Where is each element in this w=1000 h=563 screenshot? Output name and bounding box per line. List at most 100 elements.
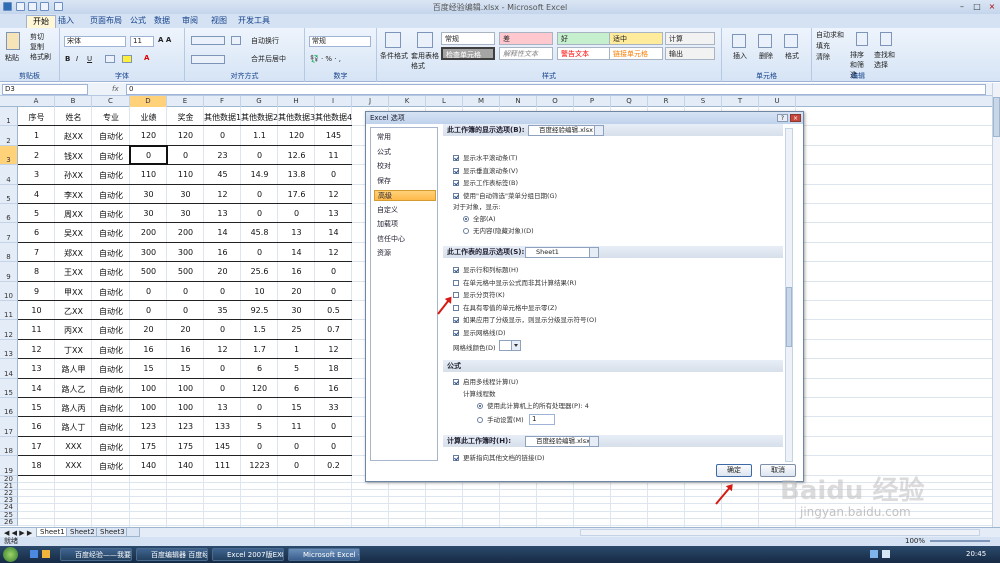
row-header-1[interactable]: 1 (0, 107, 18, 127)
table-cell[interactable]: 30 (130, 190, 167, 199)
table-cell[interactable]: 11 (18, 325, 55, 334)
column-header-U[interactable]: U (759, 96, 796, 107)
sheet-opt-3-checkbox[interactable] (453, 304, 459, 311)
table-cell[interactable]: 30 (167, 190, 204, 199)
column-header-A[interactable]: A (18, 96, 55, 107)
sheet-opt-1-checkbox[interactable] (453, 279, 459, 286)
column-header-K[interactable]: K (389, 96, 426, 107)
table-cell[interactable]: 自动化 (92, 131, 130, 142)
table-cell[interactable]: 0 (315, 267, 352, 276)
zoom-slider[interactable] (930, 540, 990, 542)
table-cell[interactable]: 自动化 (92, 461, 130, 472)
table-cell[interactable]: 100 (130, 403, 167, 412)
volume-icon[interactable] (882, 550, 890, 558)
table-cell[interactable]: 25.6 (241, 267, 278, 276)
format-icon[interactable] (784, 34, 798, 48)
table-cell[interactable]: 45.8 (241, 228, 278, 237)
column-header-F[interactable]: F (204, 96, 241, 107)
row-header-13[interactable]: 13 (0, 339, 18, 360)
horizontal-scrollbar[interactable] (580, 529, 980, 536)
table-cell[interactable]: 自动化 (92, 384, 130, 395)
sheet-tab-2[interactable]: Sheet2 (66, 528, 99, 537)
table-cell[interactable]: 16 (167, 345, 204, 354)
table-cell[interactable]: 自动化 (92, 170, 130, 181)
table-cell[interactable]: 5 (241, 422, 278, 431)
table-cell[interactable]: 9 (18, 287, 55, 296)
table-cell[interactable]: 13 (204, 403, 241, 412)
table-cell[interactable]: 123 (130, 422, 167, 431)
table-cell[interactable]: 12 (315, 345, 352, 354)
column-header-M[interactable]: M (463, 96, 500, 107)
table-cell[interactable]: 500 (167, 267, 204, 276)
table-cell[interactable]: 6 (241, 364, 278, 373)
cell-style-2[interactable]: 好 (557, 32, 611, 45)
table-cell[interactable]: 0 (315, 442, 352, 451)
table-cell[interactable]: 5 (278, 364, 315, 373)
sheet-opt-0-checkbox[interactable] (453, 267, 459, 273)
grow-font-icon[interactable]: A A (158, 36, 171, 44)
table-cell[interactable]: 0 (241, 151, 278, 160)
table-cell[interactable]: 自动化 (92, 442, 130, 453)
table-cell[interactable]: 0 (204, 364, 241, 373)
table-cell[interactable]: 111 (204, 461, 241, 470)
table-cell[interactable]: 甲XX (55, 287, 92, 298)
table-cell[interactable]: 自动化 (92, 267, 130, 278)
update-links-checkbox[interactable] (453, 455, 459, 461)
table-cell[interactable]: 100 (167, 403, 204, 412)
options-nav-item-8[interactable]: 资源 (374, 248, 436, 259)
font-size-select[interactable]: 11 (130, 36, 154, 47)
cell-style-0[interactable]: 常规 (441, 32, 495, 45)
threads-value-input[interactable]: 1 (529, 414, 555, 425)
table-cell[interactable]: 20 (130, 325, 167, 334)
column-header-Q[interactable]: Q (611, 96, 648, 107)
table-cell[interactable]: 120 (130, 131, 167, 140)
column-header-J[interactable]: J (352, 96, 389, 107)
row-header-12[interactable]: 12 (0, 320, 18, 340)
table-cell[interactable]: 乙XX (55, 306, 92, 317)
zoom-level[interactable]: 100% (905, 537, 925, 546)
cell-style-7[interactable]: 警告文本 (557, 47, 611, 60)
row-header-7[interactable]: 7 (0, 223, 18, 243)
table-cell[interactable]: 1.5 (241, 325, 278, 334)
font-name-select[interactable]: 宋体 (64, 36, 126, 47)
table-cell[interactable]: 100 (130, 384, 167, 393)
objects-all-radio[interactable] (463, 216, 469, 222)
insert-sheet-icon[interactable] (126, 528, 140, 537)
delete-icon[interactable] (758, 34, 772, 48)
table-cell[interactable]: 0 (241, 403, 278, 412)
workbook-opt-0-checkbox[interactable] (453, 155, 459, 161)
dialog-close-icon[interactable]: × (790, 114, 801, 122)
table-cell[interactable]: 30 (130, 209, 167, 218)
row-header-8[interactable]: 8 (0, 242, 18, 263)
table-cell[interactable]: 6 (18, 228, 55, 237)
table-cell[interactable]: 12 (315, 248, 352, 257)
table-cell[interactable]: 8 (18, 267, 55, 276)
column-header-E[interactable]: E (167, 96, 204, 107)
row-header-2[interactable]: 2 (0, 126, 18, 146)
row-header-18[interactable]: 18 (0, 436, 18, 457)
table-cell[interactable]: 7 (18, 248, 55, 257)
cell-style-5[interactable]: 检查单元格 (441, 47, 495, 60)
formula-input[interactable]: 0 (126, 84, 986, 95)
taskbar-item-1[interactable]: 百度编辑器 百度经... (136, 548, 208, 561)
table-cell[interactable]: 0.5 (315, 306, 352, 315)
table-cell[interactable]: 25 (278, 325, 315, 334)
table-cell[interactable]: 0 (241, 209, 278, 218)
tab-5[interactable]: 审阅 (176, 15, 204, 28)
taskbar-item-0[interactable]: 百度经验——我要分... (60, 548, 132, 561)
table-cell[interactable]: 13 (18, 364, 55, 373)
bold-icon[interactable]: B (65, 55, 70, 63)
sheet-tab-3[interactable]: Sheet3 (96, 528, 129, 537)
grid-color-picker[interactable] (499, 340, 521, 351)
italic-icon[interactable]: I (76, 55, 78, 63)
options-scrollbar[interactable] (785, 128, 793, 462)
table-cell[interactable]: 110 (167, 170, 204, 179)
workbook-opt-2-checkbox[interactable] (453, 180, 459, 186)
table-cell[interactable]: 郑XX (55, 248, 92, 259)
sort-filter-icon[interactable] (856, 32, 868, 46)
table-cell[interactable]: 自动化 (92, 364, 130, 375)
network-icon[interactable] (870, 550, 878, 558)
options-scroll-thumb[interactable] (786, 287, 792, 347)
table-cell[interactable]: 路人甲 (55, 364, 92, 375)
table-cell[interactable]: 13 (315, 209, 352, 218)
